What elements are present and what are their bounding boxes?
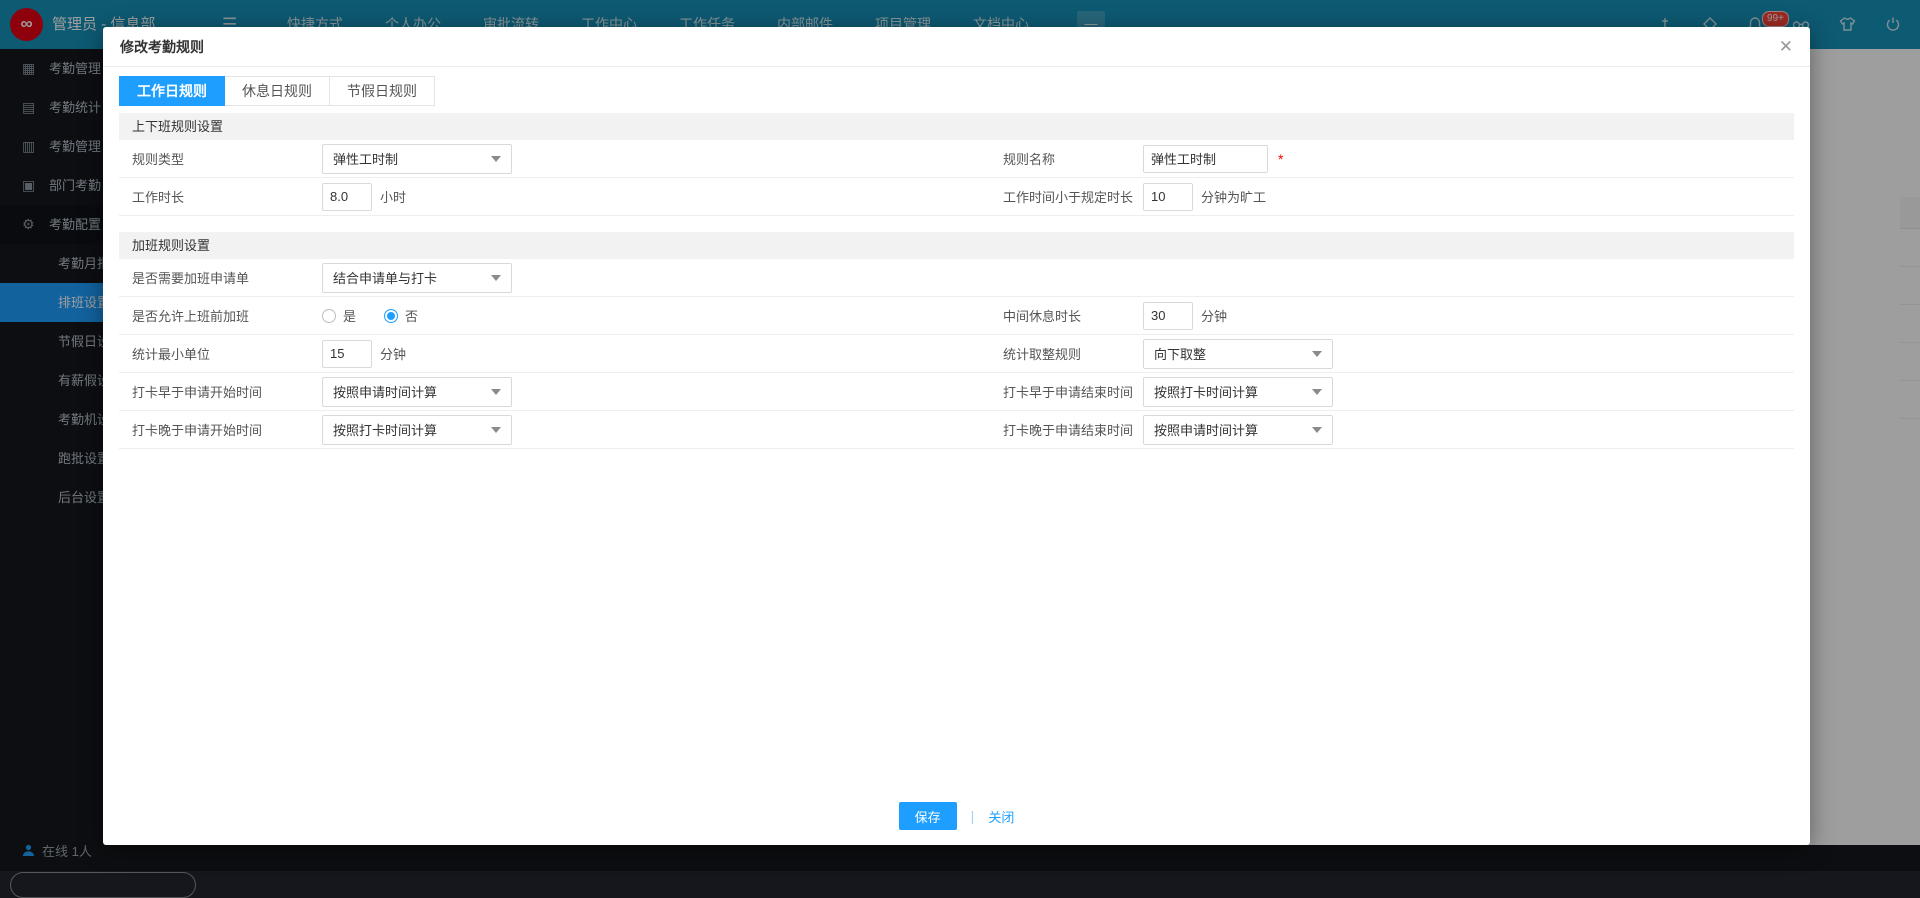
sidebar-bottom-button[interactable] (10, 872, 196, 898)
min-unit-label: 统计最小单位 (132, 344, 322, 363)
modal-title: 修改考勤规则 (120, 37, 204, 57)
chevron-down-icon (491, 427, 501, 433)
chevron-down-icon (1312, 389, 1322, 395)
required-asterisk: * (1278, 151, 1283, 167)
form-row: 统计最小单位 分钟 统计取整规则 向下取整 (119, 335, 1794, 373)
edit-attendance-rule-modal: 修改考勤规则 ✕ 工作日规则 休息日规则 节假日规则 上下班规则设置 规则类型 … (103, 27, 1810, 845)
close-icon[interactable]: ✕ (1779, 38, 1793, 55)
form-row: 是否需要加班申请单 结合申请单与打卡 (119, 259, 1794, 297)
allow-ot-before-label: 是否允许上班前加班 (132, 306, 322, 325)
rule-tabs: 工作日规则 休息日规则 节假日规则 (119, 76, 1794, 106)
punch-early-start-select[interactable]: 按照申请时间计算 (322, 377, 512, 407)
rounding-label: 统计取整规则 (1003, 344, 1143, 363)
punch-late-end-label: 打卡晚于申请结束时间 (1003, 420, 1143, 439)
punch-early-end-select[interactable]: 按照打卡时间计算 (1143, 377, 1333, 407)
form-row: 是否允许上班前加班 是 否 中间休息时长 分钟 (119, 297, 1794, 335)
work-hours-label: 工作时长 (132, 187, 322, 206)
modal-body: 工作日规则 休息日规则 节假日规则 上下班规则设置 规则类型 弹性工时制 规则名… (103, 67, 1810, 449)
min-unit-unit: 分钟 (380, 344, 406, 363)
mid-rest-unit: 分钟 (1201, 306, 1227, 325)
form-row: 工作时长 小时 工作时间小于规定时长 分钟为旷工 (119, 178, 1794, 216)
radio-yes[interactable]: 是 (322, 306, 356, 325)
radio-circle-icon (322, 309, 336, 323)
punch-early-end-label: 打卡早于申请结束时间 (1003, 382, 1143, 401)
work-time-less-input[interactable] (1143, 183, 1193, 211)
punch-early-start-label: 打卡早于申请开始时间 (132, 382, 322, 401)
section-overtime-rules: 加班规则设置 (119, 232, 1794, 259)
chevron-down-icon (1312, 351, 1322, 357)
modal-footer: 保存 | 关闭 (103, 787, 1810, 845)
work-hours-input[interactable] (322, 183, 372, 211)
radio-no[interactable]: 否 (384, 306, 418, 325)
form-row: 打卡晚于申请开始时间 按照打卡时间计算 打卡晚于申请结束时间 按照申请时间计算 (119, 411, 1794, 449)
chevron-down-icon (491, 275, 501, 281)
chevron-down-icon (491, 389, 501, 395)
min-unit-input[interactable] (322, 340, 372, 368)
rule-name-label: 规则名称 (1003, 149, 1143, 168)
tab-restday-rules[interactable]: 休息日规则 (225, 76, 330, 106)
form-row: 规则类型 弹性工时制 规则名称 * (119, 140, 1794, 178)
punch-late-start-label: 打卡晚于申请开始时间 (132, 420, 322, 439)
need-ot-form-label: 是否需要加班申请单 (132, 268, 322, 287)
tab-workday-rules[interactable]: 工作日规则 (119, 76, 225, 106)
tab-holiday-rules[interactable]: 节假日规则 (330, 76, 435, 106)
chevron-down-icon (1312, 427, 1322, 433)
close-link[interactable]: 关闭 (988, 807, 1014, 826)
footer-divider: | (971, 808, 975, 824)
work-time-less-unit: 分钟为旷工 (1201, 187, 1266, 206)
save-button[interactable]: 保存 (899, 802, 957, 830)
mid-rest-label: 中间休息时长 (1003, 306, 1143, 325)
chevron-down-icon (491, 156, 501, 162)
punch-late-end-select[interactable]: 按照申请时间计算 (1143, 415, 1333, 445)
punch-late-start-select[interactable]: 按照打卡时间计算 (322, 415, 512, 445)
rule-type-select[interactable]: 弹性工时制 (322, 144, 512, 174)
rule-type-label: 规则类型 (132, 149, 322, 168)
mid-rest-input[interactable] (1143, 302, 1193, 330)
need-ot-form-select[interactable]: 结合申请单与打卡 (322, 263, 512, 293)
section-punch-rules: 上下班规则设置 (119, 113, 1794, 140)
modal-header: 修改考勤规则 ✕ (103, 27, 1810, 67)
work-time-less-label: 工作时间小于规定时长 (1003, 187, 1143, 206)
rule-name-input[interactable] (1143, 145, 1268, 173)
form-row: 打卡早于申请开始时间 按照申请时间计算 打卡早于申请结束时间 按照打卡时间计算 (119, 373, 1794, 411)
work-hours-unit: 小时 (380, 187, 406, 206)
radio-circle-icon (384, 309, 398, 323)
rounding-select[interactable]: 向下取整 (1143, 339, 1333, 369)
